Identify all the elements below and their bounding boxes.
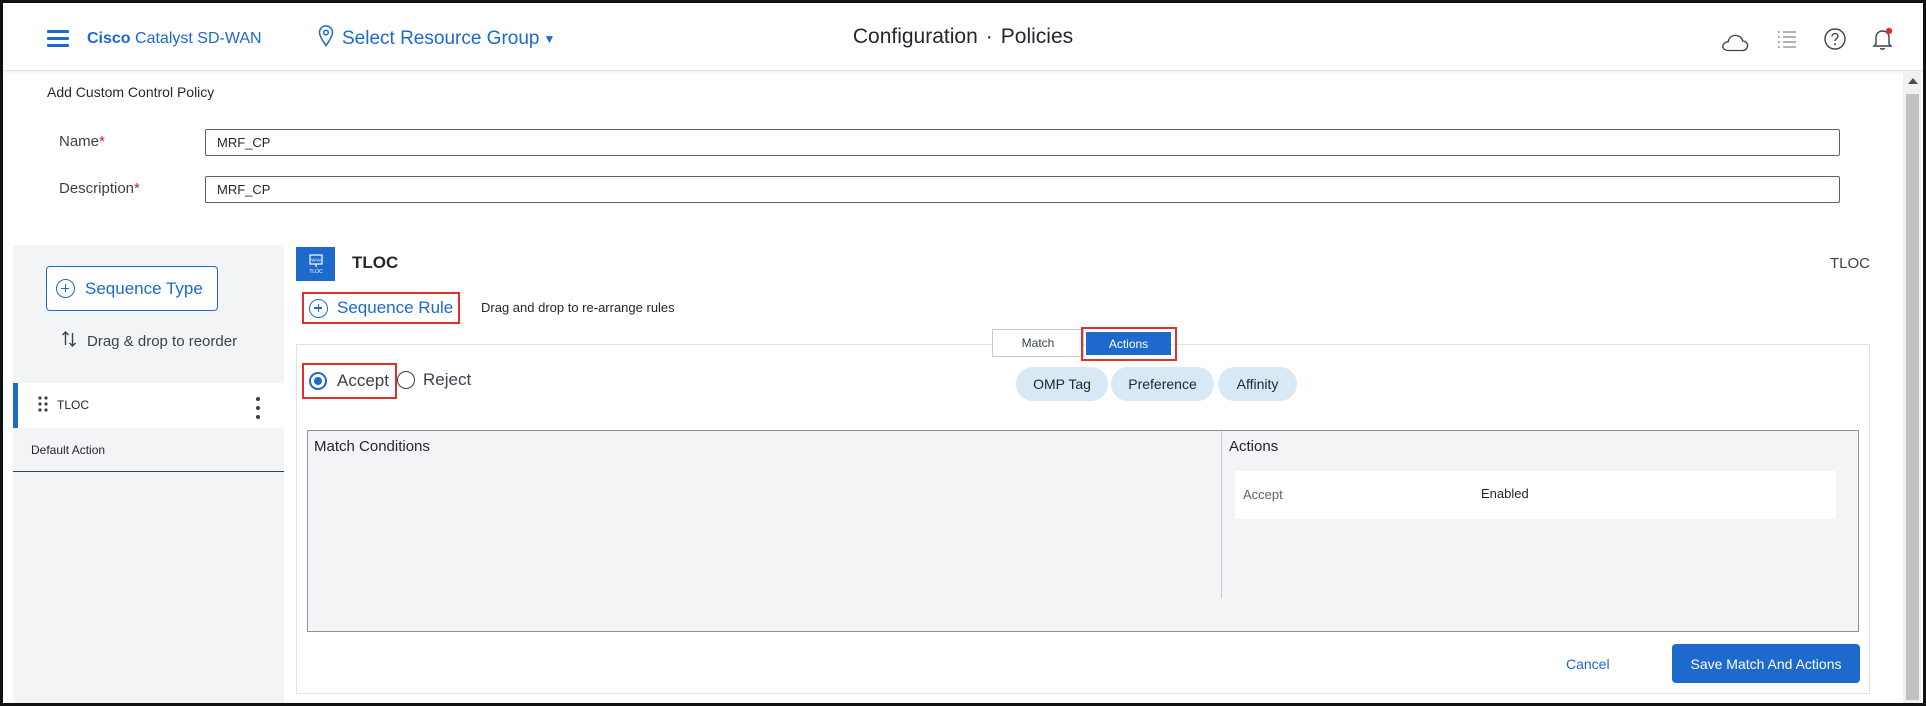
- scrollbar-thumb[interactable]: [1906, 94, 1919, 700]
- reject-radio-label: Reject: [423, 370, 472, 389]
- name-label-text: Name: [59, 133, 100, 150]
- list-icon[interactable]: [1773, 25, 1801, 53]
- action-row-value: Enabled: [1481, 486, 1529, 501]
- tab-actions-highlight: Actions: [1081, 327, 1177, 361]
- svg-text:WAN: WAN: [311, 258, 321, 263]
- description-label-text: Description: [59, 180, 135, 197]
- sequence-type-button[interactable]: Sequence Type: [46, 266, 218, 311]
- tloc-icon-caption: TLOC: [309, 269, 323, 275]
- sequence-item-tloc[interactable]: TLOC: [13, 383, 284, 428]
- rule-type-label: TLOC: [1829, 255, 1870, 272]
- omp-tag-action-button[interactable]: OMP Tag: [1016, 367, 1108, 401]
- cancel-button[interactable]: Cancel: [1566, 656, 1610, 672]
- add-circle-icon: [309, 298, 328, 318]
- reorder-arrows-icon: [61, 330, 77, 352]
- radio-selected-icon[interactable]: [309, 372, 327, 390]
- action-row: Accept Enabled: [1235, 471, 1836, 519]
- default-action-item[interactable]: Default Action: [31, 443, 105, 457]
- page-title: Configuration · Policies: [3, 25, 1923, 49]
- table-column-divider: [1221, 431, 1222, 598]
- bell-icon[interactable]: [1869, 25, 1897, 53]
- reorder-hint: Drag & drop to reorder: [61, 330, 237, 352]
- sequence-rule-label: Sequence Rule: [337, 298, 454, 317]
- conditions-actions-table: Match Conditions Actions Accept Enabled: [307, 430, 1859, 632]
- tab-match[interactable]: Match: [992, 329, 1084, 357]
- action-row-key: Accept: [1243, 487, 1283, 502]
- sequence-list-panel: [13, 245, 284, 703]
- left-panel-divider: [13, 471, 284, 472]
- description-input[interactable]: [205, 176, 1840, 203]
- radio-unselected-icon[interactable]: [397, 371, 415, 389]
- more-options-icon[interactable]: [252, 397, 264, 419]
- reorder-hint-text: Drag & drop to reorder: [87, 332, 238, 350]
- affinity-action-button[interactable]: Affinity: [1218, 367, 1297, 401]
- tloc-type-icon: WAN TLOC: [296, 247, 335, 281]
- tab-actions[interactable]: Actions: [1086, 332, 1171, 355]
- accept-radio-option[interactable]: Accept: [302, 363, 397, 399]
- scroll-up-arrow-icon[interactable]: [1908, 78, 1918, 84]
- vertical-scrollbar[interactable]: [1903, 72, 1921, 703]
- page-title-page: Policies: [1000, 25, 1074, 48]
- add-sequence-rule-button[interactable]: Sequence Rule: [302, 292, 460, 324]
- drag-drop-hint: Drag and drop to re-arrange rules: [481, 300, 675, 315]
- name-input[interactable]: [205, 129, 1840, 156]
- required-mark: *: [99, 133, 105, 150]
- description-label: Description*: [59, 180, 140, 197]
- reject-radio-option[interactable]: Reject: [397, 370, 471, 390]
- preference-action-button[interactable]: Preference: [1111, 367, 1214, 401]
- actions-header: Actions: [1229, 438, 1279, 455]
- title-separator: ·: [985, 25, 993, 48]
- sequence-item-label: TLOC: [57, 398, 90, 412]
- top-navigation-bar: Cisco Catalyst SD-WAN Select Resource Gr…: [3, 3, 1923, 71]
- add-circle-icon: [56, 279, 75, 298]
- save-match-actions-button[interactable]: Save Match And Actions: [1672, 644, 1860, 683]
- sequence-type-label: Sequence Type: [85, 278, 203, 298]
- required-mark: *: [134, 180, 140, 197]
- match-conditions-header: Match Conditions: [314, 438, 430, 455]
- cloud-icon[interactable]: [1721, 29, 1749, 57]
- page-title-section: Configuration: [852, 25, 978, 48]
- section-title: Add Custom Control Policy: [47, 84, 215, 100]
- help-icon[interactable]: [1821, 25, 1849, 53]
- rule-editor-title: TLOC: [352, 253, 399, 272]
- accept-radio-label: Accept: [337, 371, 389, 390]
- drag-handle-icon[interactable]: [38, 396, 48, 417]
- name-label: Name*: [59, 133, 105, 150]
